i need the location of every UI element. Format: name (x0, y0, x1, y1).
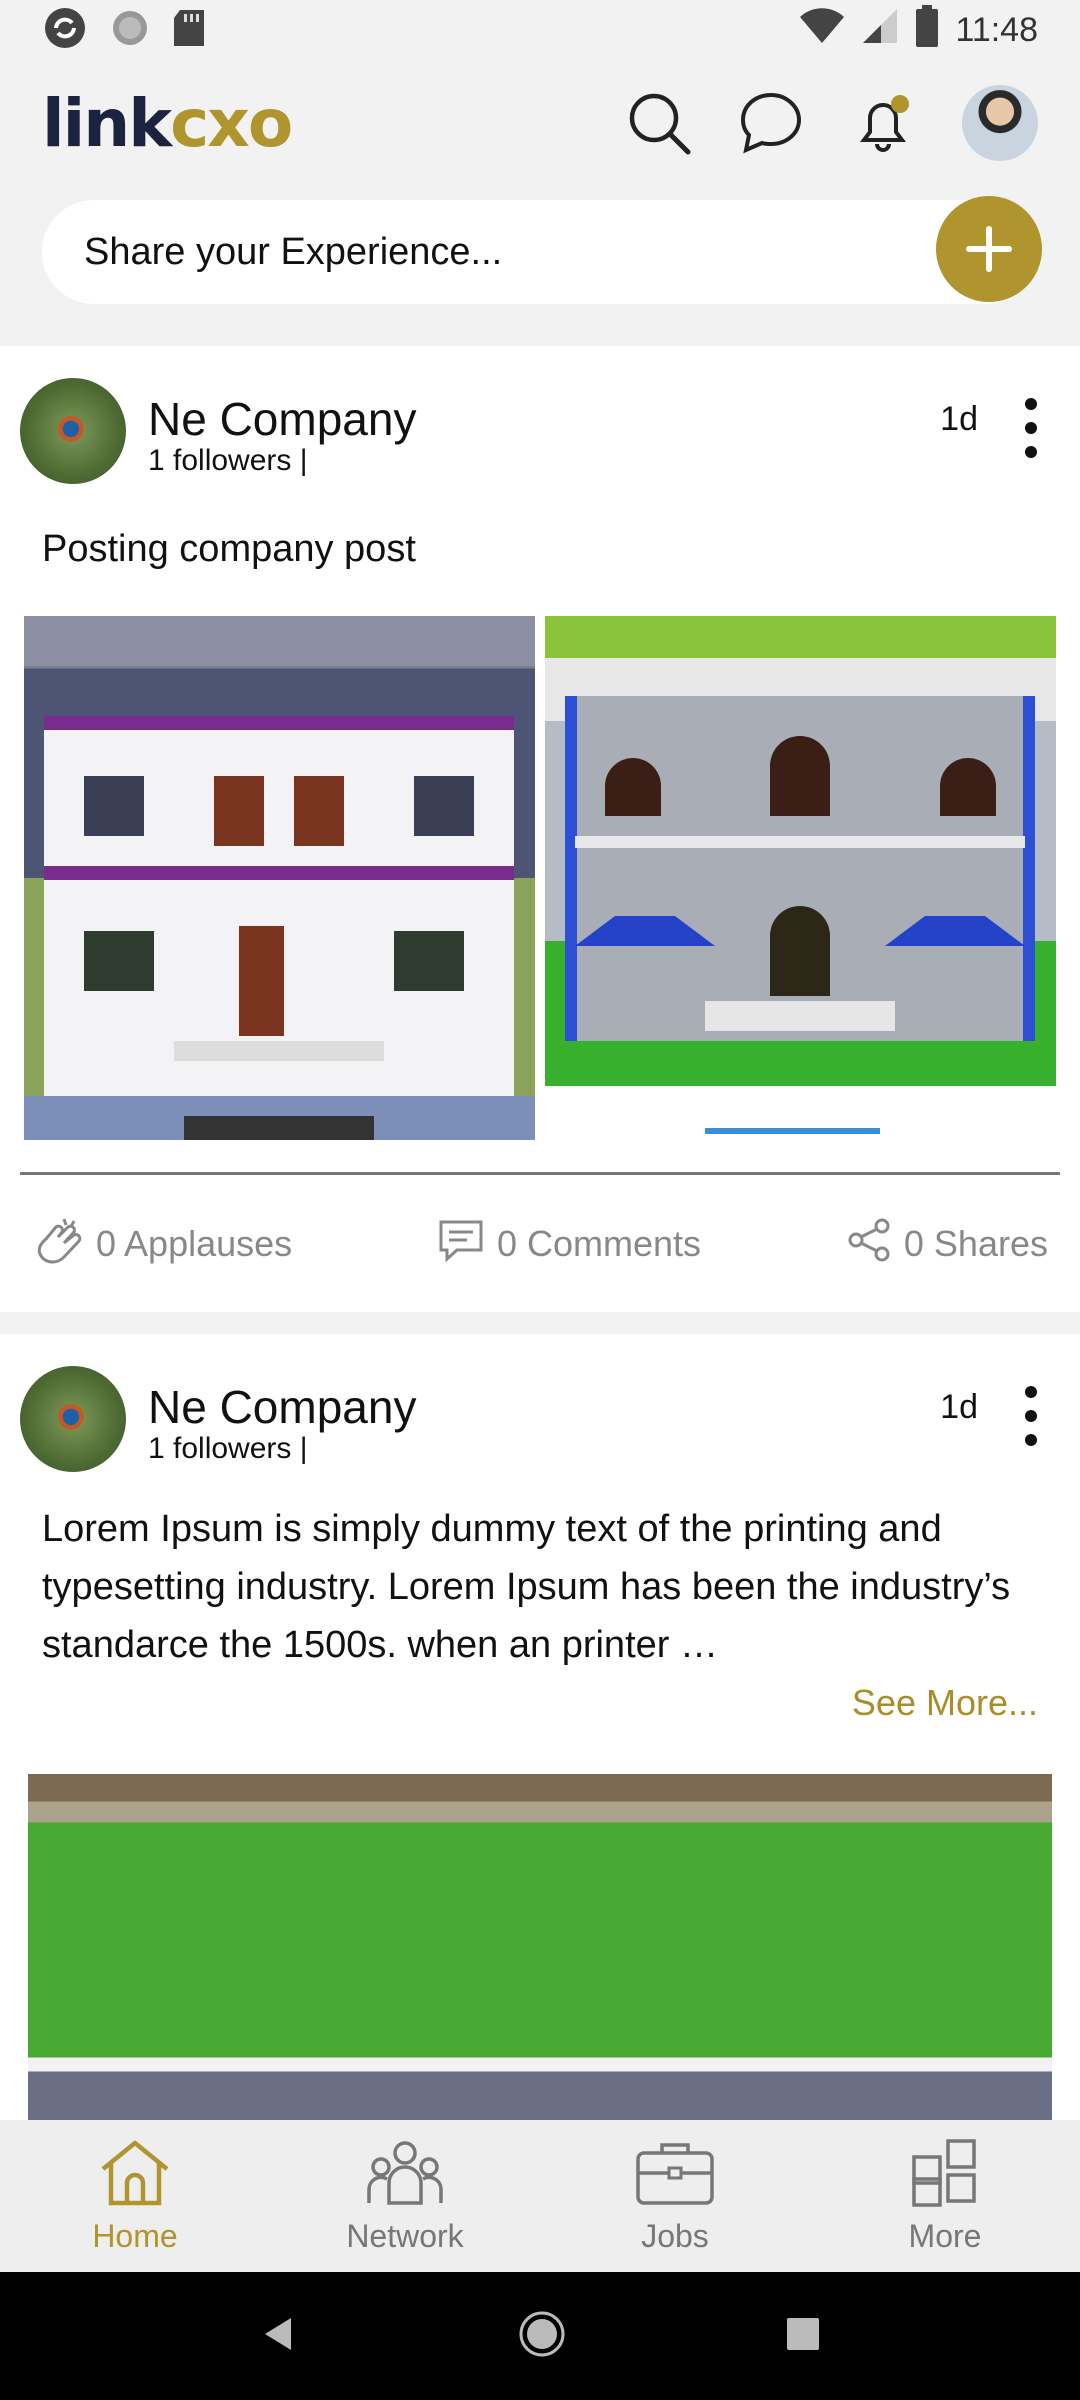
nav-home[interactable]: Home (0, 2120, 270, 2272)
more-options-icon[interactable] (1016, 398, 1046, 458)
add-post-button[interactable] (936, 196, 1042, 302)
post-text: Lorem Ipsum is simply dummy text of the … (42, 1508, 1011, 1666)
nav-network[interactable]: Network (270, 2120, 540, 2272)
post-image-land[interactable] (28, 1774, 1052, 2120)
share-icon (846, 1217, 892, 1272)
home-icon (97, 2137, 173, 2212)
back-icon[interactable] (259, 2314, 299, 2359)
post-card: Ne Company 1 followers | 1d Lorem Ipsum … (0, 1334, 1080, 2120)
status-bar: 11:48 (0, 0, 1080, 60)
sync-icon (42, 5, 88, 56)
post-image-house-1[interactable] (24, 616, 535, 1140)
chat-icon[interactable] (738, 90, 804, 156)
home-button-icon[interactable] (518, 2310, 566, 2363)
sd-card-icon (172, 8, 206, 53)
battery-icon (915, 4, 939, 56)
share-experience-input[interactable]: Share your Experience... (42, 196, 1042, 304)
post-time: 1d (940, 400, 978, 438)
briefcase-icon (634, 2137, 716, 2212)
post-actions: 0 Applauses 0 Comments 0 Shares (0, 1216, 1080, 1272)
post-time: 1d (940, 1388, 978, 1426)
signal-icon (861, 7, 899, 54)
applause-button[interactable]: 0 Applauses (34, 1215, 292, 1274)
comment-button[interactable]: 0 Comments (437, 1218, 701, 1271)
comment-icon (437, 1218, 485, 1271)
company-avatar[interactable] (20, 1366, 126, 1472)
circle-status-icon (110, 8, 150, 53)
followers-count: 1 followers | (148, 1432, 308, 1465)
see-more-link[interactable]: See More... (852, 1682, 1038, 1724)
system-navigation-bar (0, 2272, 1080, 2400)
linkcxo-logo[interactable]: link cxo (42, 85, 293, 162)
profile-avatar[interactable] (962, 85, 1038, 161)
post-text: Posting company post (42, 528, 416, 570)
grid-icon (910, 2137, 980, 2212)
company-name[interactable]: Ne Company (148, 1380, 416, 1434)
search-icon[interactable] (626, 90, 692, 156)
clock-time: 11:48 (955, 10, 1038, 49)
recents-icon[interactable] (785, 2316, 821, 2357)
post-card: Ne Company 1 followers | 1d Posting comp… (0, 346, 1080, 1312)
followers-count: 1 followers | (148, 444, 308, 477)
app-header: link cxo (0, 68, 1080, 178)
post-divider (20, 1172, 1060, 1175)
share-button[interactable]: 0 Shares (846, 1217, 1048, 1272)
network-icon (365, 2137, 445, 2212)
nav-more[interactable]: More (810, 2120, 1080, 2272)
wifi-icon (799, 7, 845, 54)
company-name[interactable]: Ne Company (148, 392, 416, 446)
more-options-icon[interactable] (1016, 1386, 1046, 1446)
notification-bell-icon[interactable] (850, 90, 916, 156)
nav-jobs[interactable]: Jobs (540, 2120, 810, 2272)
company-avatar[interactable] (20, 378, 126, 484)
post-image-grid[interactable] (24, 616, 1056, 1140)
bottom-navigation: Home Network Jobs More (0, 2120, 1080, 2272)
clap-icon (34, 1215, 84, 1274)
post-image-house-2[interactable] (545, 616, 1056, 1140)
